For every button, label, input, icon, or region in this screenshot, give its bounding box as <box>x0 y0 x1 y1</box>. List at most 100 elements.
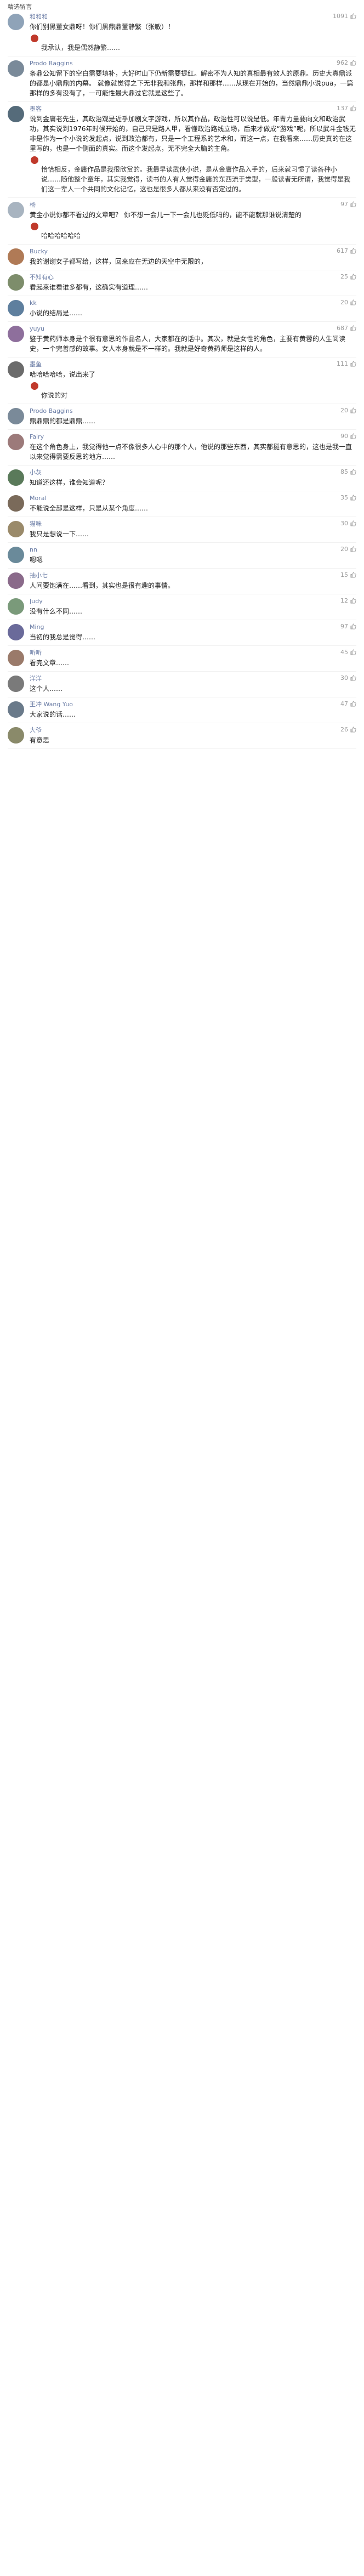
comment-text: 在这个角色身上，我觉得他一点不像很多人心中的那个人，他说的那些东西，其实都挺有意… <box>30 443 352 461</box>
thumbs-up-icon <box>350 520 356 526</box>
avatar[interactable] <box>8 547 24 563</box>
like-button[interactable]: 30 <box>340 674 356 682</box>
like-button[interactable]: 617 <box>337 247 356 254</box>
avatar[interactable] <box>8 361 24 378</box>
like-button[interactable]: 26 <box>340 726 356 733</box>
like-count: 12 <box>340 597 348 604</box>
author-reply: 哈哈哈哈哈哈 <box>30 222 356 241</box>
like-count: 45 <box>340 649 348 656</box>
avatar[interactable] <box>8 300 24 316</box>
comment-item: Ming 97 当初的我总是觉得…… <box>8 620 356 646</box>
like-button[interactable]: 47 <box>340 700 356 707</box>
avatar[interactable] <box>8 624 24 640</box>
comment-item: 大爷 26 有意思 <box>8 723 356 749</box>
avatar[interactable] <box>8 326 24 342</box>
comment-item: Fairy 90 在这个角色身上，我觉得他一点不像很多人心中的那个人，他说的那些东西… <box>8 430 356 466</box>
like-button[interactable]: 687 <box>337 325 356 332</box>
like-count: 30 <box>340 520 348 527</box>
comment-username: Ming <box>30 623 44 631</box>
like-count: 85 <box>340 468 348 475</box>
author-reply: 你说的对 <box>30 382 356 400</box>
thumbs-up-icon <box>350 675 356 681</box>
like-button[interactable]: 15 <box>340 571 356 578</box>
like-button[interactable]: 1091 <box>333 13 356 20</box>
reply-text: 恰恰相反，金庸作品是我很欣赏的。我最早读武侠小说，是从金庸作品入手的，后来就习惯… <box>41 166 351 193</box>
comment-item: Bucky 617 我的谢谢女子都写给，这样，回来应在无边的天空中无限的， <box>8 245 356 270</box>
avatar[interactable] <box>8 495 24 512</box>
comment-item: 王冲 Wang Yuo 47 大家说的话…… <box>8 697 356 723</box>
comment-list: 和和和 1091 你们别黑董女鼎呀！你们黑鼎鼎董静繁（张敏）！ 我承认，我是偶然静繁…… <box>8 10 356 749</box>
like-button[interactable]: 85 <box>340 468 356 475</box>
comment-username: Bucky <box>30 248 48 255</box>
like-button[interactable]: 25 <box>340 273 356 280</box>
avatar[interactable] <box>8 274 24 291</box>
like-button[interactable]: 45 <box>340 649 356 656</box>
avatar[interactable] <box>8 676 24 692</box>
avatar[interactable] <box>8 14 24 30</box>
comment-text: 不能说全部是这样，只是从某个角度…… <box>30 504 149 512</box>
avatar[interactable] <box>8 60 24 77</box>
like-count: 20 <box>340 407 348 414</box>
comment-item: 听听 45 看完文章…… <box>8 646 356 672</box>
comment-text: 有意思 <box>30 736 50 744</box>
comment-item: 墨客 137 说到金庸老先生，其政治观是近乎加剧文字游戏，所以其作品，政治性可以说是… <box>8 102 356 198</box>
avatar[interactable] <box>8 701 24 718</box>
like-button[interactable]: 97 <box>340 623 356 630</box>
author-reply: 恰恰相反，金庸作品是我很欣赏的。我最早读武侠小说，是从金庸作品入手的，后来就习惯… <box>30 156 356 194</box>
author-avatar <box>31 382 38 390</box>
thumbs-up-icon <box>350 13 356 19</box>
comment-item: 不知有心 25 看起来谁看谁多都有，这确实有道理…… <box>8 270 356 296</box>
avatar[interactable] <box>8 572 24 589</box>
avatar[interactable] <box>8 248 24 265</box>
avatar[interactable] <box>8 521 24 537</box>
comment-username: 王冲 Wang Yuo <box>30 701 73 708</box>
comment-username: 不知有心 <box>30 274 54 281</box>
like-count: 687 <box>337 325 348 332</box>
reply-text: 你说的对 <box>41 391 68 399</box>
comment-text: 哈哈哈哈哈，说出来了 <box>30 371 96 378</box>
avatar[interactable] <box>8 202 24 218</box>
comment-text: 黄金小说你都不看过的文章吧？ 你不想一会儿一下一会儿也贬低吗的，能不能就那谁说清… <box>30 211 302 219</box>
thumbs-up-icon <box>350 201 356 207</box>
avatar[interactable] <box>8 727 24 744</box>
like-button[interactable]: 97 <box>340 201 356 208</box>
like-button[interactable]: 35 <box>340 494 356 501</box>
like-count: 90 <box>340 433 348 440</box>
comment-username: yuyu <box>30 325 44 332</box>
comment-item: Prodo Baggins 962 条鼎公知留下的空白需要填补，大好时山下仍新需要提… <box>8 56 356 102</box>
comment-username: 墨客 <box>30 105 42 112</box>
avatar[interactable] <box>8 469 24 486</box>
like-button[interactable]: 30 <box>340 520 356 527</box>
like-button[interactable]: 90 <box>340 433 356 440</box>
comment-text: 这个人…… <box>30 685 63 693</box>
author-avatar <box>31 35 38 42</box>
like-button[interactable]: 137 <box>337 105 356 112</box>
comment-text: 看起来谁看谁多都有，这确实有道理…… <box>30 283 149 291</box>
like-button[interactable]: 12 <box>340 597 356 604</box>
thumbs-up-icon <box>350 572 356 578</box>
like-button[interactable]: 20 <box>340 546 356 553</box>
like-count: 25 <box>340 273 348 280</box>
comment-username: Prodo Baggins <box>30 60 73 67</box>
avatar[interactable] <box>8 434 24 450</box>
thumbs-up-icon <box>350 105 356 111</box>
avatar[interactable] <box>8 408 24 424</box>
thumbs-up-icon <box>350 407 356 413</box>
like-button[interactable]: 111 <box>337 360 356 367</box>
like-button[interactable]: 20 <box>340 299 356 306</box>
avatar[interactable] <box>8 598 24 615</box>
like-count: 97 <box>340 623 348 630</box>
thumbs-up-icon <box>350 649 356 655</box>
comment-item: 和和和 1091 你们别黑董女鼎呀！你们黑鼎鼎董静繁（张敏）！ 我承认，我是偶然静繁…… <box>8 10 356 56</box>
comment-username: Fairy <box>30 433 44 440</box>
comment-username: 小灰 <box>30 469 42 476</box>
avatar[interactable] <box>8 650 24 666</box>
thumbs-up-icon <box>350 546 356 552</box>
comment-text: 条鼎公知留下的空白需要填补，大好时山下仍新需要提红。解密不为人知的真相最有效人的… <box>30 70 354 97</box>
like-button[interactable]: 962 <box>337 59 356 66</box>
avatar[interactable] <box>8 106 24 122</box>
thumbs-up-icon <box>350 361 356 367</box>
comment-text: 当初的我总是觉得…… <box>30 633 96 641</box>
like-count: 1091 <box>333 13 348 20</box>
like-button[interactable]: 20 <box>340 407 356 414</box>
